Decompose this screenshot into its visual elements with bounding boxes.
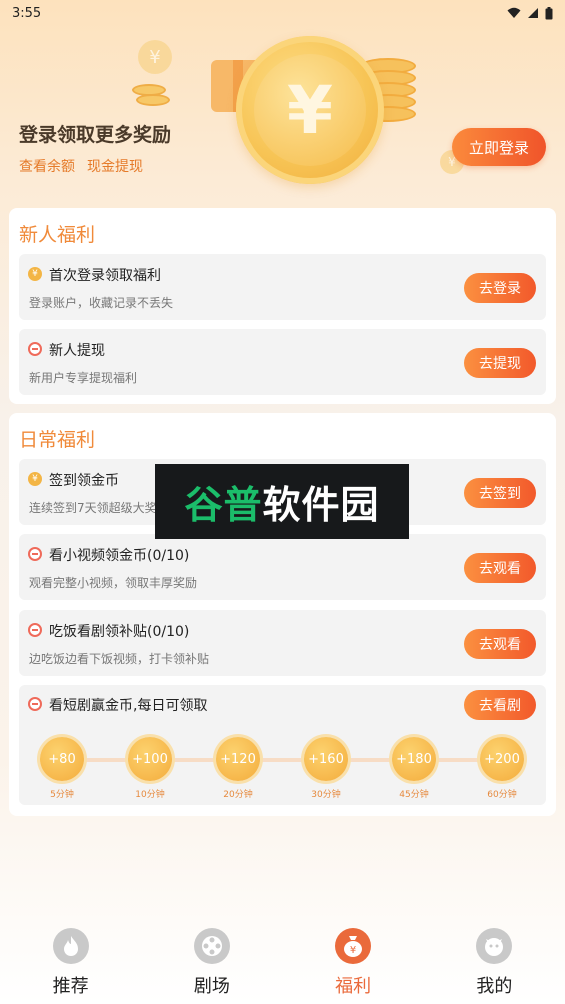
section-title: 日常福利	[19, 429, 96, 451]
go-login-button[interactable]: 去登录	[464, 273, 536, 303]
header-links: 查看余额 现金提现	[19, 156, 143, 176]
tab-label: 我的	[476, 976, 513, 997]
task-desc: 观看完整小视频，领取丰厚奖励	[29, 576, 198, 590]
task-desc: 登录账户，收藏记录不丢失	[29, 296, 174, 310]
reward-milestone: +160 30分钟	[303, 737, 349, 800]
check-balance-link[interactable]: 查看余额	[19, 156, 75, 176]
task-name: 首次登录领取福利	[49, 268, 161, 284]
reward-milestone: +200 60分钟	[479, 737, 525, 800]
reward-time: 20分钟	[223, 790, 253, 800]
task-desc: 连续签到7天领超级大奖	[29, 501, 157, 515]
task-name: 吃饭看剧领补贴(0/10)	[49, 624, 190, 640]
reward-coin: +80	[40, 737, 84, 781]
task-newbie-withdraw: 新人提现 新用户专享提现福利 去提现	[19, 329, 546, 395]
coin-icon: ¥	[28, 472, 42, 486]
svg-text:¥: ¥	[350, 945, 356, 956]
newbie-welfare-card: 新人福利 ¥ 首次登录领取福利 登录账户，收藏记录不丢失 去登录 新人提现 新用…	[9, 208, 556, 404]
bottom-tab-bar: 推荐 剧场 ¥ 福利 我的	[0, 914, 565, 1004]
task-name: 看小视频领金币(0/10)	[49, 548, 190, 564]
tab-welfare[interactable]: ¥ 福利	[283, 914, 424, 1004]
reward-coin: +160	[304, 737, 348, 781]
go-watch-button[interactable]: 去观看	[464, 629, 536, 659]
watermark-part1: 谷普	[184, 483, 263, 527]
task-watch-video: 看小视频领金币(0/10) 观看完整小视频，领取丰厚奖励 去观看	[19, 534, 546, 600]
go-drama-button[interactable]: 去看剧	[464, 690, 536, 720]
reward-coin: +200	[480, 737, 524, 781]
tab-mine[interactable]: 我的	[424, 914, 565, 1004]
task-name: 签到领金币	[49, 473, 119, 489]
reward-progress-track	[39, 758, 519, 762]
tab-recommend[interactable]: 推荐	[0, 914, 141, 1004]
reward-time: 5分钟	[50, 790, 74, 800]
signal-icon	[528, 8, 538, 18]
reward-time: 60分钟	[487, 790, 517, 800]
reward-milestone: +120 20分钟	[215, 737, 261, 800]
status-bar: 3:55	[0, 0, 565, 26]
task-desc: 边吃饭边看下饭视频，打卡领补贴	[29, 652, 210, 666]
go-watch-button[interactable]: 去观看	[464, 553, 536, 583]
task-short-drama: 看短剧赢金币,每日可领取 去看剧 +80 5分钟 +100 10分钟 +120 …	[19, 685, 546, 805]
coin-symbol: ¥	[254, 54, 366, 166]
reward-coin: +120	[216, 737, 260, 781]
task-desc: 新用户专享提现福利	[29, 371, 138, 385]
drama-icon	[28, 697, 42, 711]
tab-label: 福利	[335, 976, 372, 997]
coin-stack-small-icon	[136, 94, 170, 106]
task-name: 看短剧赢金币,每日可领取	[49, 698, 208, 714]
reward-time: 30分钟	[311, 790, 341, 800]
reward-coin: +100	[128, 737, 172, 781]
status-icons	[507, 6, 553, 20]
watermark-part2: 软件园	[262, 483, 380, 527]
battery-icon	[545, 6, 553, 19]
tab-theater[interactable]: 剧场	[141, 914, 282, 1004]
coin-icon: ¥	[28, 267, 42, 281]
profile-face-icon	[476, 928, 513, 964]
watermark-logo: 谷普 软件园	[155, 464, 409, 539]
wifi-icon	[507, 7, 521, 18]
money-bag-icon: ¥	[335, 928, 372, 964]
reward-milestone: +100 10分钟	[127, 737, 173, 800]
reward-milestone: +180 45分钟	[391, 737, 437, 800]
reward-coin: +180	[392, 737, 436, 781]
film-reel-icon	[193, 928, 230, 964]
reward-milestone: +80 5分钟	[39, 737, 85, 800]
cash-withdraw-link[interactable]: 现金提现	[87, 156, 143, 176]
big-coin-icon: ¥	[236, 36, 384, 184]
status-time: 3:55	[12, 5, 42, 21]
meal-icon	[28, 623, 42, 637]
reward-time: 10分钟	[135, 790, 165, 800]
video-icon	[28, 547, 42, 561]
task-name: 新人提现	[49, 343, 105, 359]
section-title: 新人福利	[19, 224, 96, 246]
floating-coin-icon: ¥	[138, 40, 172, 74]
go-checkin-button[interactable]: 去签到	[464, 478, 536, 508]
reward-time: 45分钟	[399, 790, 429, 800]
flame-icon	[52, 928, 89, 964]
task-meal-drama: 吃饭看剧领补贴(0/10) 边吃饭边看下饭视频，打卡领补贴 去观看	[19, 610, 546, 676]
login-promo-title: 登录领取更多奖励	[19, 124, 172, 146]
task-first-login: ¥ 首次登录领取福利 登录账户，收藏记录不丢失 去登录	[19, 254, 546, 320]
wallet-icon	[28, 342, 42, 356]
tab-label: 推荐	[52, 976, 89, 997]
go-withdraw-button[interactable]: 去提现	[464, 348, 536, 378]
tab-label: 剧场	[193, 976, 230, 997]
login-now-button[interactable]: 立即登录	[452, 128, 546, 166]
